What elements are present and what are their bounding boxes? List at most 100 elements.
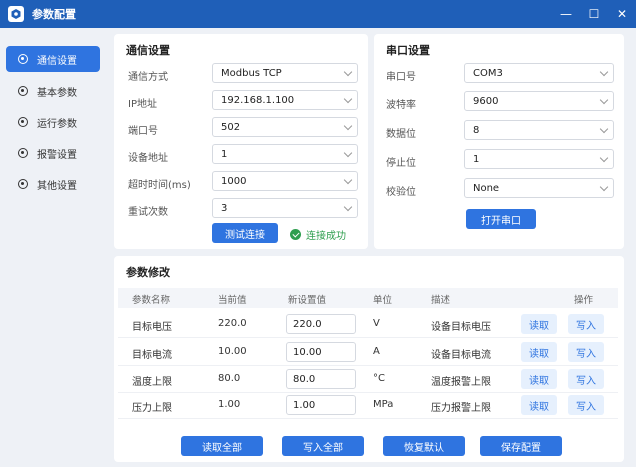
param-unit: MPa <box>373 399 394 410</box>
param-unit: V <box>373 318 380 329</box>
read-button[interactable]: 读取 <box>521 342 557 362</box>
chevron-down-icon <box>599 95 609 105</box>
parity-select[interactable]: None <box>464 178 614 198</box>
stop-bits-value: 1 <box>473 153 480 165</box>
param-current: 220.0 <box>218 318 247 329</box>
col-name-header: 参数名称 <box>132 295 171 306</box>
stop-bits-label: 停止位 <box>386 158 416 169</box>
write-all-button[interactable]: 写入全部 <box>282 436 364 456</box>
device-address-value: 1 <box>221 148 228 160</box>
read-button[interactable]: 读取 <box>521 395 557 415</box>
title-bar: 参数配置 — ☐ ✕ <box>0 0 636 28</box>
sidebar-item-label: 通信设置 <box>37 55 77 67</box>
data-bits-value: 8 <box>473 124 480 136</box>
settings-icon <box>18 179 28 189</box>
param-desc: 设备目标电压 <box>431 322 491 333</box>
restore-default-button[interactable]: 恢复默认 <box>383 436 465 456</box>
test-connection-button[interactable]: 测试连接 <box>212 223 278 243</box>
settings-icon <box>18 148 28 158</box>
sidebar-item-label: 运行参数 <box>37 118 77 130</box>
close-button[interactable]: ✕ <box>608 0 636 28</box>
timeout-select[interactable]: 1000 <box>212 171 358 191</box>
stop-bits-select[interactable]: 1 <box>464 149 614 169</box>
open-serial-button[interactable]: 打开串口 <box>466 209 536 229</box>
chevron-down-icon <box>599 67 609 77</box>
params-title: 参数修改 <box>126 266 170 279</box>
baud-rate-select[interactable]: 9600 <box>464 91 614 111</box>
col-new-header: 新设置值 <box>288 295 327 306</box>
serial-settings-title: 串口设置 <box>386 44 430 57</box>
parity-label: 校验位 <box>386 187 416 198</box>
chevron-down-icon <box>343 67 353 77</box>
maximize-button[interactable]: ☐ <box>580 0 608 28</box>
comm-mode-value: Modbus TCP <box>221 67 282 79</box>
comm-settings-panel: 通信设置 通信方式 Modbus TCP IP地址 192.168.1.100 … <box>114 34 368 249</box>
sidebar-item-label: 报警设置 <box>37 149 77 161</box>
serial-port-select[interactable]: COM3 <box>464 63 614 83</box>
param-new-input[interactable]: 10.00 <box>286 342 356 362</box>
write-button[interactable]: 写入 <box>568 342 604 362</box>
params-table-header: 参数名称 当前值 新设置值 单位 描述 操作 <box>118 288 618 308</box>
app-logo-icon <box>8 6 24 22</box>
param-new-input[interactable]: 80.0 <box>286 369 356 389</box>
param-name: 温度上限 <box>132 377 172 388</box>
ip-address-select[interactable]: 192.168.1.100 <box>212 90 358 110</box>
serial-port-value: COM3 <box>473 67 503 79</box>
sidebar-item-basic[interactable]: 基本参数 <box>6 78 100 104</box>
read-button[interactable]: 读取 <box>521 369 557 389</box>
param-unit: A <box>373 346 380 357</box>
col-current-header: 当前值 <box>218 295 247 306</box>
sidebar-item-label: 基本参数 <box>37 87 77 99</box>
port-label: 端口号 <box>128 126 158 137</box>
read-button[interactable]: 读取 <box>521 314 557 334</box>
read-all-button[interactable]: 读取全部 <box>181 436 263 456</box>
window-title: 参数配置 <box>32 8 76 21</box>
param-new-input[interactable]: 220.0 <box>286 314 356 334</box>
sidebar-item-label: 其他设置 <box>37 180 77 192</box>
sidebar-item-comm[interactable]: 通信设置 <box>6 46 100 72</box>
sidebar-item-alarm[interactable]: 报警设置 <box>6 140 100 166</box>
timeout-value: 1000 <box>221 175 247 187</box>
param-desc: 设备目标电流 <box>431 350 491 361</box>
settings-icon <box>18 54 28 64</box>
minimize-button[interactable]: — <box>552 0 580 28</box>
connection-status: 连接成功 <box>290 227 346 242</box>
data-bits-select[interactable]: 8 <box>464 120 614 140</box>
port-select[interactable]: 502 <box>212 117 358 137</box>
save-config-button[interactable]: 保存配置 <box>480 436 562 456</box>
serial-port-label: 串口号 <box>386 72 416 83</box>
chevron-down-icon <box>599 153 609 163</box>
settings-icon <box>18 86 28 96</box>
chevron-down-icon <box>343 175 353 185</box>
baud-rate-value: 9600 <box>473 95 499 107</box>
serial-settings-panel: 串口设置 串口号 COM3 波特率 9600 数据位 8 停止位 1 校验位 N… <box>374 34 624 249</box>
chevron-down-icon <box>343 121 353 131</box>
col-unit-header: 单位 <box>373 295 393 306</box>
col-action-header: 操作 <box>574 295 594 306</box>
chevron-down-icon <box>343 202 353 212</box>
settings-icon <box>18 117 28 127</box>
sidebar-item-runtime[interactable]: 运行参数 <box>6 109 100 135</box>
timeout-label: 超时时间(ms) <box>128 180 191 191</box>
comm-mode-label: 通信方式 <box>128 72 168 83</box>
param-current: 80.0 <box>218 373 241 384</box>
check-circle-icon <box>290 229 301 240</box>
table-row: 压力上限 1.00 1.00 MPa 压力报警上限 读取 写入 <box>118 391 618 419</box>
sidebar: 通信设置 基本参数 运行参数 报警设置 其他设置 <box>0 28 108 467</box>
retry-select[interactable]: 3 <box>212 198 358 218</box>
write-button[interactable]: 写入 <box>568 314 604 334</box>
device-address-select[interactable]: 1 <box>212 144 358 164</box>
retry-label: 重试次数 <box>128 207 168 218</box>
sidebar-item-other[interactable]: 其他设置 <box>6 171 100 197</box>
write-button[interactable]: 写入 <box>568 395 604 415</box>
param-name: 压力上限 <box>132 403 172 414</box>
param-current: 10.00 <box>218 346 247 357</box>
comm-settings-title: 通信设置 <box>126 44 170 57</box>
connection-status-text: 连接成功 <box>306 231 346 242</box>
table-row: 目标电压 220.0 220.0 V 设备目标电压 读取 写入 <box>118 310 618 338</box>
port-value: 502 <box>221 121 241 133</box>
comm-mode-select[interactable]: Modbus TCP <box>212 63 358 83</box>
write-button[interactable]: 写入 <box>568 369 604 389</box>
chevron-down-icon <box>343 94 353 104</box>
param-new-input[interactable]: 1.00 <box>286 395 356 415</box>
